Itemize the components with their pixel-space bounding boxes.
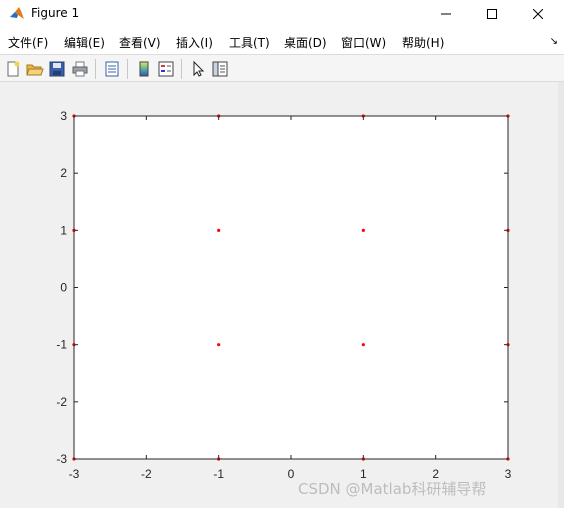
new-figure-icon[interactable] <box>4 60 22 78</box>
menu-tools[interactable]: 工具(T) <box>229 34 270 51</box>
data-point <box>361 343 365 347</box>
plot-browser-icon[interactable] <box>211 60 229 78</box>
toolbar <box>0 54 564 82</box>
colorbar-icon[interactable] <box>135 60 153 78</box>
menu-bar: 文件(F) 编辑(E) 查看(V) 插入(I) 工具(T) 桌面(D) 窗口(W… <box>0 28 564 54</box>
close-button[interactable] <box>515 0 561 28</box>
save-icon[interactable] <box>48 60 66 78</box>
x-tick-label: 3 <box>505 467 512 481</box>
menu-edit[interactable]: 编辑(E) <box>64 34 105 51</box>
y-tick-label: 2 <box>60 166 67 180</box>
maximize-icon <box>487 9 497 19</box>
toolbar-separator <box>181 59 182 79</box>
y-tick-label: -1 <box>56 338 67 352</box>
figure-window: Figure 1 文件(F) 编辑(E) 查看(V) 插入(I) 工具(T) 桌… <box>0 0 564 508</box>
pointer-icon[interactable] <box>189 60 207 78</box>
data-point <box>217 228 221 232</box>
x-tick-label: 0 <box>288 467 295 481</box>
y-tick-label: -2 <box>56 395 67 409</box>
axes-background <box>74 116 508 459</box>
x-tick-label: -3 <box>69 467 80 481</box>
window-title: Figure 1 <box>31 6 80 20</box>
chevron-icon[interactable]: ↘ <box>550 36 558 47</box>
matlab-logo-icon <box>9 6 25 22</box>
open-file-icon[interactable] <box>26 60 44 78</box>
y-tick-label: 3 <box>60 109 67 123</box>
toolbar-separator <box>127 59 128 79</box>
title-bar: Figure 1 <box>0 0 564 28</box>
data-point <box>217 343 221 347</box>
x-tick-label: -1 <box>213 467 224 481</box>
menu-file[interactable]: 文件(F) <box>8 34 48 51</box>
close-icon <box>533 9 543 19</box>
scatter-chart[interactable]: -3 -2 -1 0 1 2 3-3-2-10123 <box>0 82 558 502</box>
legend-icon[interactable] <box>157 60 175 78</box>
menu-help[interactable]: 帮助(H) <box>402 34 444 51</box>
y-tick-label: -3 <box>56 452 67 466</box>
y-tick-label: 0 <box>60 281 67 295</box>
x-tick-label: -2 <box>141 467 152 481</box>
y-tick-label: 1 <box>60 223 67 237</box>
menu-view[interactable]: 查看(V) <box>119 34 161 51</box>
toolbar-separator <box>95 59 96 79</box>
minimize-button[interactable] <box>423 0 469 28</box>
print-preview-icon[interactable] <box>103 60 121 78</box>
data-point <box>361 228 365 232</box>
window-edge <box>558 82 564 508</box>
menu-window[interactable]: 窗口(W) <box>341 34 386 51</box>
menu-insert[interactable]: 插入(I) <box>176 34 213 51</box>
figure-canvas[interactable]: -3 -2 -1 0 1 2 3 -3 -2 -1 0 1 2 3 <box>0 82 558 502</box>
print-icon[interactable] <box>71 60 89 78</box>
minimize-icon <box>441 13 451 15</box>
maximize-button[interactable] <box>469 0 515 28</box>
watermark: CSDN @Matlab科研辅导帮 <box>298 480 487 498</box>
menu-desktop[interactable]: 桌面(D) <box>284 34 327 51</box>
